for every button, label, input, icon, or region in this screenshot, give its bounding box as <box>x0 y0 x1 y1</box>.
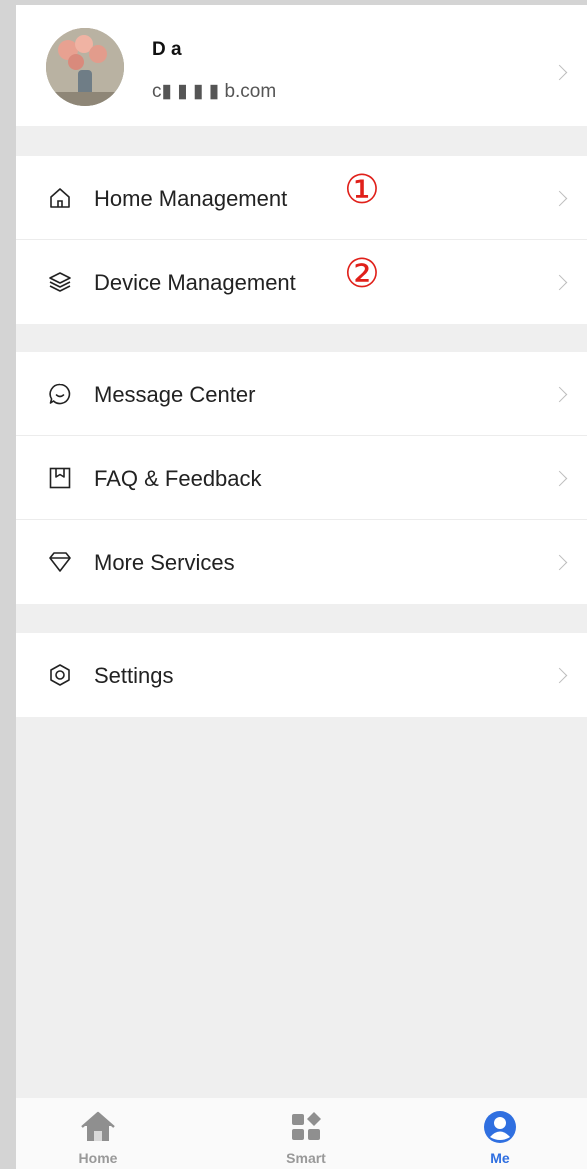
tab-me[interactable]: Me <box>440 1098 560 1169</box>
menu-group-settings: Settings <box>16 633 587 717</box>
menu-group-management: Home Management ① Device Management ② <box>16 156 587 324</box>
tab-label: Me <box>490 1150 510 1166</box>
avatar[interactable] <box>46 28 124 106</box>
menu-item-label: Home Management <box>94 186 288 211</box>
me-screen: D a c▮ ▮ ▮ ▮ b.com Home Management ① Dev… <box>16 5 587 1169</box>
menu-item-label: FAQ & Feedback <box>94 466 262 491</box>
tab-label: Home <box>78 1150 118 1166</box>
menu-item-message-center[interactable]: Message Center <box>16 352 587 436</box>
menu-item-label: Message Center <box>94 382 256 407</box>
menu-item-device-management[interactable]: Device Management ② <box>16 240 587 324</box>
chevron-right-icon <box>551 554 568 571</box>
avatar-photo <box>46 28 124 106</box>
chat-bubble-icon <box>49 383 71 405</box>
house-icon <box>81 1111 115 1141</box>
chevron-right-icon <box>551 64 568 81</box>
profile-card[interactable]: D a c▮ ▮ ▮ ▮ b.com <box>16 5 587 126</box>
bottom-tab-bar: Home Smart Me <box>16 1098 587 1169</box>
chevron-right-icon <box>551 386 568 403</box>
menu-item-settings[interactable]: Settings <box>16 633 587 717</box>
annotation-marker-2: ② <box>344 251 380 297</box>
settings-hexagon-icon <box>50 664 70 686</box>
profile-name: D a <box>152 39 182 60</box>
tab-smart[interactable]: Smart <box>246 1098 366 1169</box>
tab-label: Smart <box>286 1150 326 1166</box>
menu-item-label: Device Management <box>94 270 296 295</box>
menu-item-more-services[interactable]: More Services <box>16 520 587 604</box>
chevron-right-icon <box>551 667 568 684</box>
layers-icon <box>49 272 71 292</box>
menu-group-support: Message Center FAQ & Feedback More Servi… <box>16 352 587 604</box>
diamond-icon <box>49 552 71 572</box>
person-icon <box>484 1111 516 1143</box>
menu-item-label: Settings <box>94 663 174 688</box>
menu-item-home-management[interactable]: Home Management ① <box>16 156 587 240</box>
bookmark-book-icon <box>49 467 71 489</box>
menu-item-faq-feedback[interactable]: FAQ & Feedback <box>16 436 587 520</box>
chevron-right-icon <box>551 274 568 291</box>
tab-home[interactable]: Home <box>38 1098 158 1169</box>
smart-grid-icon <box>292 1112 321 1140</box>
chevron-right-icon <box>551 470 568 487</box>
home-icon <box>50 188 70 208</box>
chevron-right-icon <box>551 190 568 207</box>
profile-email: c▮ ▮ ▮ ▮ b.com <box>152 81 277 102</box>
menu-item-label: More Services <box>94 550 235 575</box>
annotation-marker-1: ① <box>344 167 380 213</box>
